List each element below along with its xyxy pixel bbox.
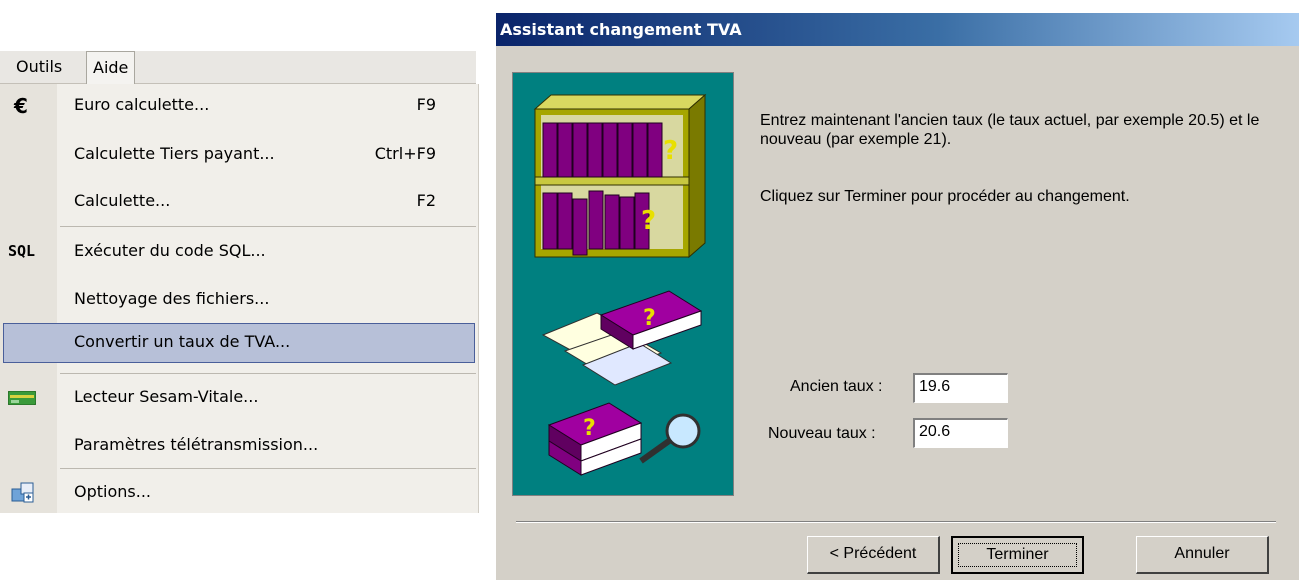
button-separator [516, 521, 1276, 523]
dialog-titlebar[interactable]: Assistant changement TVA [496, 13, 1299, 46]
finish-button[interactable]: Terminer [951, 536, 1084, 574]
menu-item-shortcut: Ctrl+F9 [374, 144, 436, 163]
menu-bar: Outils Aide [0, 51, 476, 84]
previous-button[interactable]: < Précédent [807, 536, 940, 574]
vat-wizard-dialog: Assistant changement TVA ? ? ? ? Entrez … [496, 13, 1299, 580]
old-rate-input[interactable]: 19.6 [913, 373, 1008, 403]
cancel-button[interactable]: Annuler [1136, 536, 1269, 574]
menu-item-label: Convertir un taux de TVA... [74, 332, 291, 351]
books-illustration-icon: ? ? ? ? [533, 93, 707, 476]
menu-item-nettoyage-fichiers[interactable]: Nettoyage des fichiers... [0, 278, 478, 322]
menu-separator [60, 373, 476, 374]
svg-text:?: ? [643, 306, 656, 331]
focus-rect [958, 543, 1077, 567]
menu-item-executer-sql[interactable]: SQL Exécuter du code SQL... [0, 230, 478, 274]
menu-item-options[interactable]: Options... [0, 471, 478, 515]
instruction-text: Entrez maintenant l'ancien taux (le taux… [760, 112, 1260, 148]
menu-item-label: Calculette Tiers payant... [74, 144, 275, 163]
menu-item-parametres-teletransmission[interactable]: Paramètres télétransmission... [0, 424, 478, 468]
menu-item-label: Lecteur Sesam-Vitale... [74, 387, 259, 406]
menu-item-shortcut: F2 [416, 191, 436, 210]
finish-hint-text: Cliquez sur Terminer pour procéder au ch… [760, 188, 1130, 205]
menu-separator [60, 226, 476, 227]
svg-text:?: ? [663, 136, 678, 166]
menu-outils[interactable]: Outils [10, 51, 68, 83]
menu-item-label: Options... [74, 482, 151, 501]
options-icon [10, 479, 42, 503]
menu-item-calculette[interactable]: Calculette... F2 [0, 180, 478, 224]
new-rate-label: Nouveau taux : [768, 425, 876, 442]
menu-item-label: Nettoyage des fichiers... [74, 289, 270, 308]
menu-item-label: Calculette... [74, 191, 171, 210]
dialog-title: Assistant changement TVA [500, 20, 742, 39]
svg-text:?: ? [583, 416, 596, 441]
wizard-illustration: ? ? ? ? [512, 72, 734, 496]
new-rate-input[interactable]: 20.6 [913, 418, 1008, 448]
outils-dropdown: € Euro calculette... F9 Calculette Tiers… [0, 84, 479, 513]
menu-item-convertir-taux-tva[interactable]: Convertir un taux de TVA... [0, 322, 478, 366]
menu-item-euro-calculette[interactable]: € Euro calculette... F9 [0, 84, 478, 128]
menu-item-label: Euro calculette... [74, 95, 210, 114]
menu-item-calculette-tiers-payant[interactable]: Calculette Tiers payant... Ctrl+F9 [0, 133, 478, 177]
card-reader-icon [7, 390, 40, 414]
menu-aide[interactable]: Aide [86, 51, 136, 84]
svg-text:?: ? [641, 206, 656, 236]
menu-separator [60, 468, 476, 469]
euro-icon: € [14, 94, 28, 118]
menu-item-shortcut: F9 [416, 95, 436, 114]
old-rate-label: Ancien taux : [790, 378, 883, 395]
menu-item-lecteur-sesam-vitale[interactable]: Lecteur Sesam-Vitale... [0, 376, 478, 420]
menu-item-label: Paramètres télétransmission... [74, 435, 319, 454]
menu-item-label: Exécuter du code SQL... [74, 241, 266, 260]
sql-icon: SQL [8, 242, 36, 260]
